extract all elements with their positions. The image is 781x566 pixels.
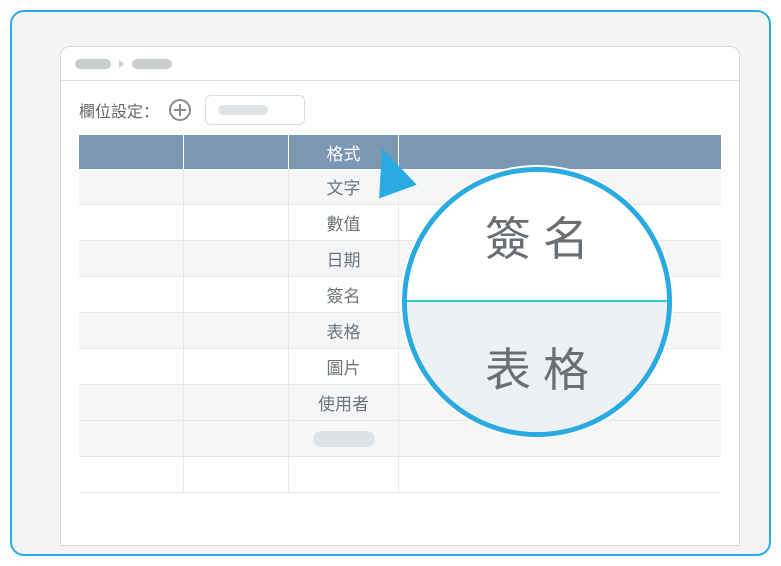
magnifier-callout: 簽名 表格 bbox=[402, 167, 672, 437]
field-settings-text: 欄位設定： bbox=[79, 98, 159, 122]
field-settings-label: 欄位設定： bbox=[79, 98, 191, 122]
cell bbox=[184, 277, 289, 312]
cell bbox=[184, 205, 289, 240]
cell-format[interactable]: 日期 bbox=[289, 241, 399, 276]
table-row bbox=[79, 457, 721, 493]
cell bbox=[289, 457, 399, 492]
toolbar: 欄位設定： bbox=[61, 81, 739, 135]
app-frame: 欄位設定： 格式 文字數值日期簽名表格圖片使用者 bbox=[10, 10, 771, 556]
dropdown-select[interactable] bbox=[205, 95, 305, 125]
cell bbox=[184, 457, 289, 492]
cell bbox=[79, 349, 184, 384]
cell bbox=[79, 421, 184, 456]
cell-format[interactable]: 使用者 bbox=[289, 385, 399, 420]
cell bbox=[399, 457, 721, 492]
cell-action[interactable] bbox=[289, 421, 399, 456]
cell bbox=[184, 241, 289, 276]
cell bbox=[79, 241, 184, 276]
browser-urlbar bbox=[61, 47, 739, 81]
header-col-1 bbox=[79, 135, 184, 169]
url-segment bbox=[75, 59, 111, 69]
cell bbox=[184, 313, 289, 348]
breadcrumb-chevron-icon bbox=[119, 60, 124, 68]
cell-format[interactable]: 簽名 bbox=[289, 277, 399, 312]
cell bbox=[79, 205, 184, 240]
cell bbox=[184, 349, 289, 384]
header-col-2 bbox=[184, 135, 289, 169]
cell-format[interactable]: 表格 bbox=[289, 313, 399, 348]
header-col-4 bbox=[399, 135, 721, 169]
url-segment bbox=[132, 59, 172, 69]
cell bbox=[79, 169, 184, 204]
cell bbox=[79, 385, 184, 420]
cell bbox=[79, 277, 184, 312]
table-row bbox=[79, 421, 721, 457]
cell bbox=[184, 169, 289, 204]
cell-format[interactable]: 數值 bbox=[289, 205, 399, 240]
action-pill bbox=[313, 431, 375, 447]
cell bbox=[184, 385, 289, 420]
cell bbox=[184, 421, 289, 456]
cell bbox=[79, 457, 184, 492]
add-icon[interactable] bbox=[169, 99, 191, 121]
dropdown-placeholder bbox=[218, 105, 268, 115]
cell bbox=[79, 313, 184, 348]
cell-format[interactable]: 圖片 bbox=[289, 349, 399, 384]
